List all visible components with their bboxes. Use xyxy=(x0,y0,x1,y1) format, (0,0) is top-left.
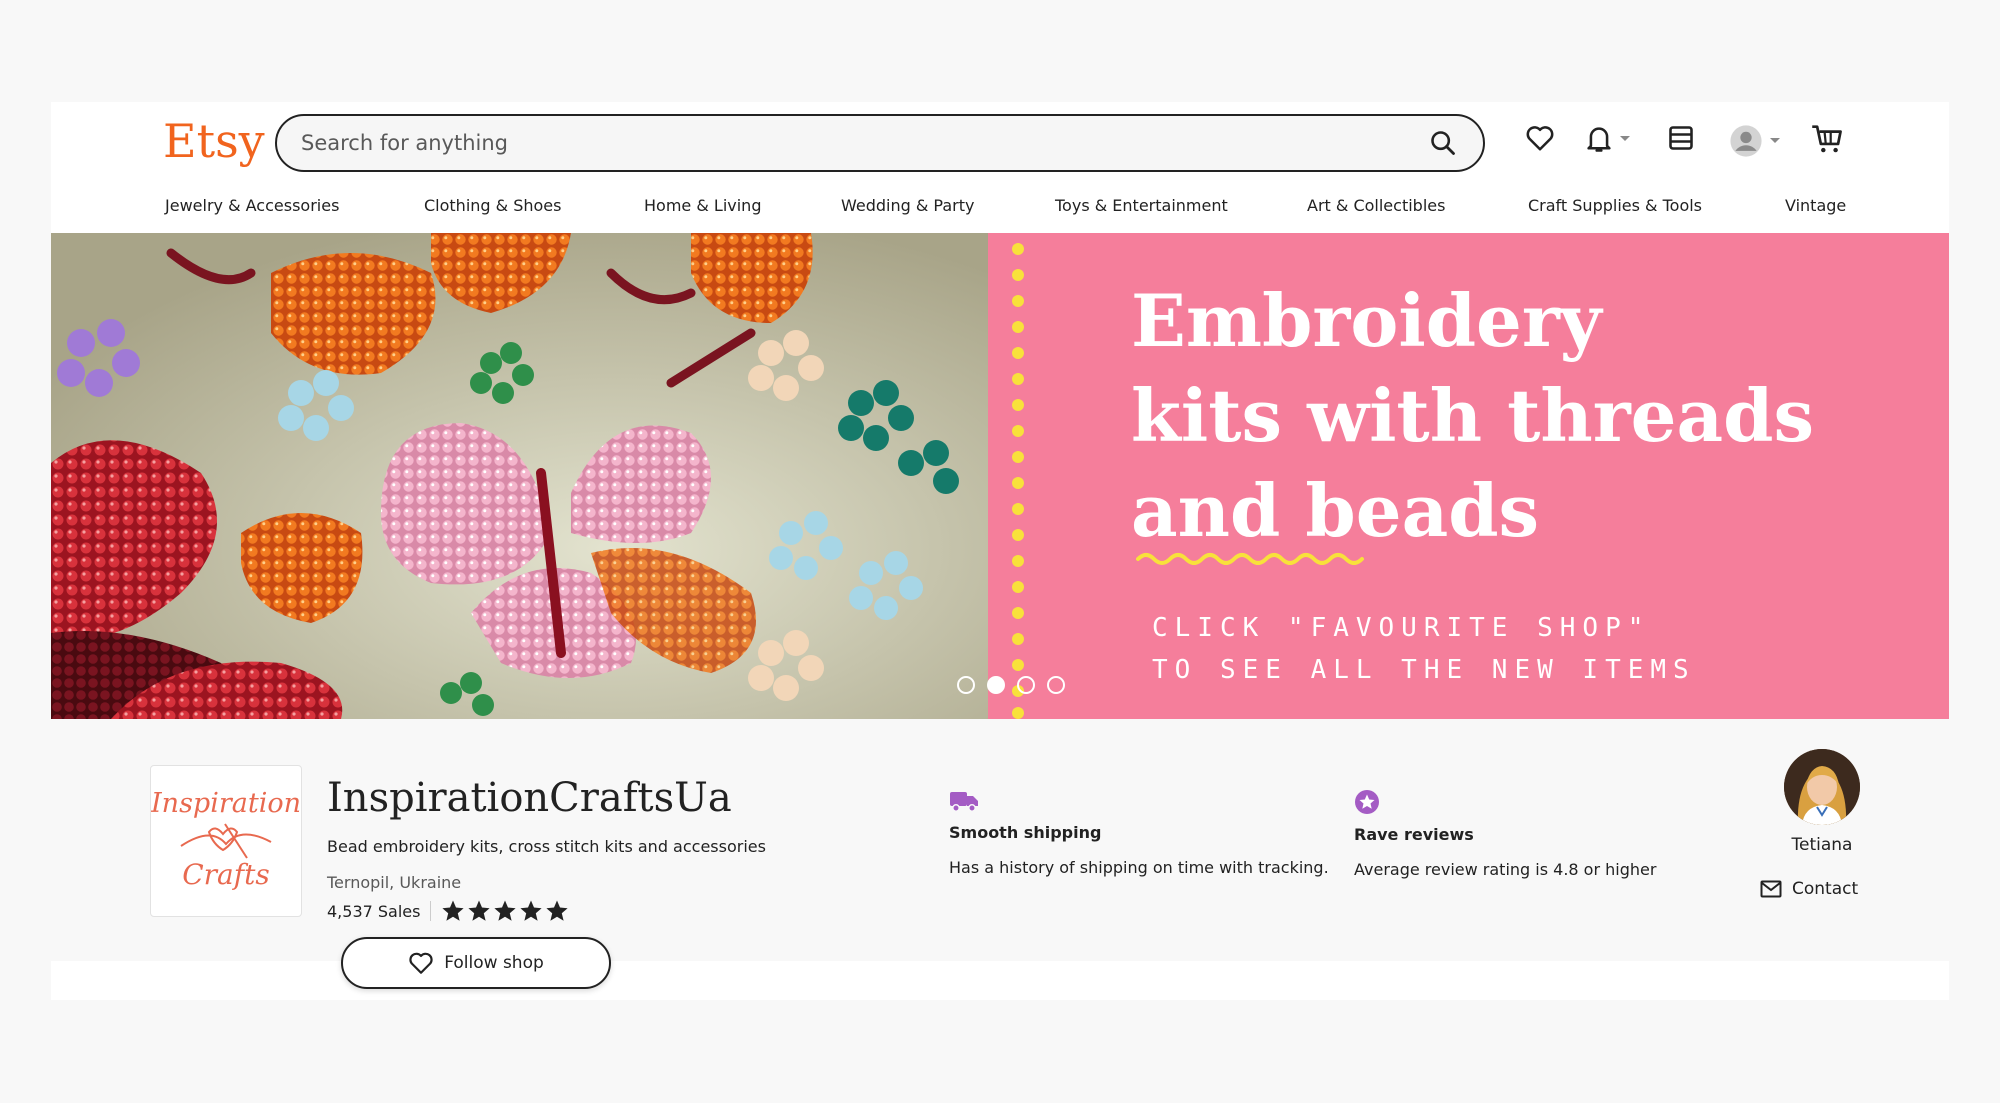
nav-item-craft-supplies[interactable]: Craft Supplies & Tools xyxy=(1528,196,1702,215)
envelope-icon xyxy=(1760,880,1782,898)
cart-button[interactable] xyxy=(1811,124,1843,154)
sales-rating-row: 4,537 Sales xyxy=(327,899,569,923)
bell-icon xyxy=(1587,127,1611,152)
shop-location: Ternopil, Ukraine xyxy=(327,873,462,892)
feature-description: Has a history of shipping on time with t… xyxy=(949,858,1329,877)
carousel-dot-4[interactable] xyxy=(1047,676,1065,694)
squiggle-underline xyxy=(1136,553,1364,565)
search-bar[interactable] xyxy=(275,114,1485,172)
beaded-butterflies-image xyxy=(51,233,988,719)
shop-logo[interactable]: Inspiration Crafts xyxy=(150,765,302,917)
etsy-logo[interactable]: Etsy xyxy=(163,114,265,168)
divider xyxy=(430,901,432,921)
banner-image xyxy=(51,233,988,719)
headline-line-3: and beads xyxy=(1131,468,1540,553)
carousel-dot-1[interactable] xyxy=(957,676,975,694)
page: Etsy Search for anything Jewelry & Acces… xyxy=(51,102,1949,1000)
notifications-button[interactable] xyxy=(1585,124,1631,154)
search-input[interactable] xyxy=(277,115,1415,171)
star-icon xyxy=(494,900,517,921)
owner-name: Tetiana xyxy=(1791,835,1853,855)
search-button[interactable] xyxy=(1415,115,1471,171)
subtext-line-2: TO SEE ALL THE NEW ITEMS xyxy=(1152,655,1696,685)
nav-item-art[interactable]: Art & Collectibles xyxy=(1307,196,1445,215)
shop-name: InspirationCraftsUa xyxy=(327,775,732,821)
account-button[interactable] xyxy=(1729,124,1781,158)
shop-logo-art: Inspiration Crafts xyxy=(150,788,301,891)
feature-rave-reviews: Rave reviews Average review rating is 4.… xyxy=(1354,789,1656,879)
heart-icon xyxy=(1526,126,1554,151)
banner-headline: Embroidery kits with threads and beads xyxy=(1131,273,1911,558)
nav-item-toys[interactable]: Toys & Entertainment xyxy=(1055,196,1228,215)
nav-item-jewelry[interactable]: Jewelry & Accessories xyxy=(165,196,339,215)
search-icon xyxy=(1431,131,1455,155)
follow-shop-button[interactable]: Follow shop xyxy=(341,937,611,989)
chevron-down-icon xyxy=(1770,138,1780,143)
heart-icon xyxy=(409,952,433,974)
contact-label: Contact xyxy=(1792,879,1859,899)
nav-item-wedding[interactable]: Wedding & Party xyxy=(841,196,974,215)
feature-smooth-shipping: Smooth shipping Has a history of shippin… xyxy=(949,789,1329,877)
sales-count: 4,537 Sales xyxy=(327,901,421,921)
nav-item-home[interactable]: Home & Living xyxy=(644,196,761,215)
star-badge-icon xyxy=(1355,790,1379,814)
nav-item-clothing[interactable]: Clothing & Shoes xyxy=(424,196,561,215)
subtext-line-1: CLICK "FAVOURITE SHOP" xyxy=(1152,613,1651,643)
shop-info-section: Inspiration Crafts InspirationCraftsUa B… xyxy=(51,719,1949,989)
gift-button[interactable] xyxy=(1667,124,1695,152)
star-icon xyxy=(468,900,491,921)
logo-text-1: Inspiration xyxy=(151,788,301,819)
carousel-dot-3[interactable] xyxy=(1017,676,1035,694)
logo-text-2: Crafts xyxy=(182,858,270,891)
account-icon xyxy=(1730,125,1762,157)
gift-icon xyxy=(1669,126,1693,150)
shop-owner[interactable]: Tetiana xyxy=(1757,749,1887,855)
headline-line-2: kits with threads xyxy=(1131,373,1814,458)
contact-button[interactable]: Contact xyxy=(1760,879,1858,899)
category-nav: Jewelry & Accessories Clothing & Shoes H… xyxy=(51,188,1949,228)
nav-item-vintage[interactable]: Vintage xyxy=(1785,196,1846,215)
shop-description: Bead embroidery kits, cross stitch kits … xyxy=(327,837,766,856)
dotted-border xyxy=(1012,243,1024,719)
carousel-dot-2[interactable] xyxy=(987,676,1005,694)
banner-subtext: CLICK "FAVOURITE SHOP" TO SEE ALL THE NE… xyxy=(1152,607,1696,691)
star-rating[interactable] xyxy=(441,899,569,923)
banner-promo-panel: Embroidery kits with threads and beads C… xyxy=(988,233,1949,719)
avatar[interactable] xyxy=(1784,749,1860,825)
truck-icon xyxy=(950,792,978,812)
feature-title: Smooth shipping xyxy=(949,823,1102,842)
favorites-button[interactable] xyxy=(1525,124,1555,152)
star-icon xyxy=(442,900,465,921)
star-icon xyxy=(520,900,543,921)
feature-description: Average review rating is 4.8 or higher xyxy=(1354,860,1657,879)
feature-title: Rave reviews xyxy=(1354,825,1474,844)
chevron-down-icon xyxy=(1620,136,1630,141)
shop-banner[interactable]: Embroidery kits with threads and beads C… xyxy=(51,233,1949,719)
star-icon xyxy=(546,900,569,921)
headline-line-1: Embroidery xyxy=(1131,278,1602,363)
follow-shop-label: Follow shop xyxy=(444,953,544,973)
cart-icon xyxy=(1812,125,1842,153)
owner-photo xyxy=(1784,749,1860,825)
